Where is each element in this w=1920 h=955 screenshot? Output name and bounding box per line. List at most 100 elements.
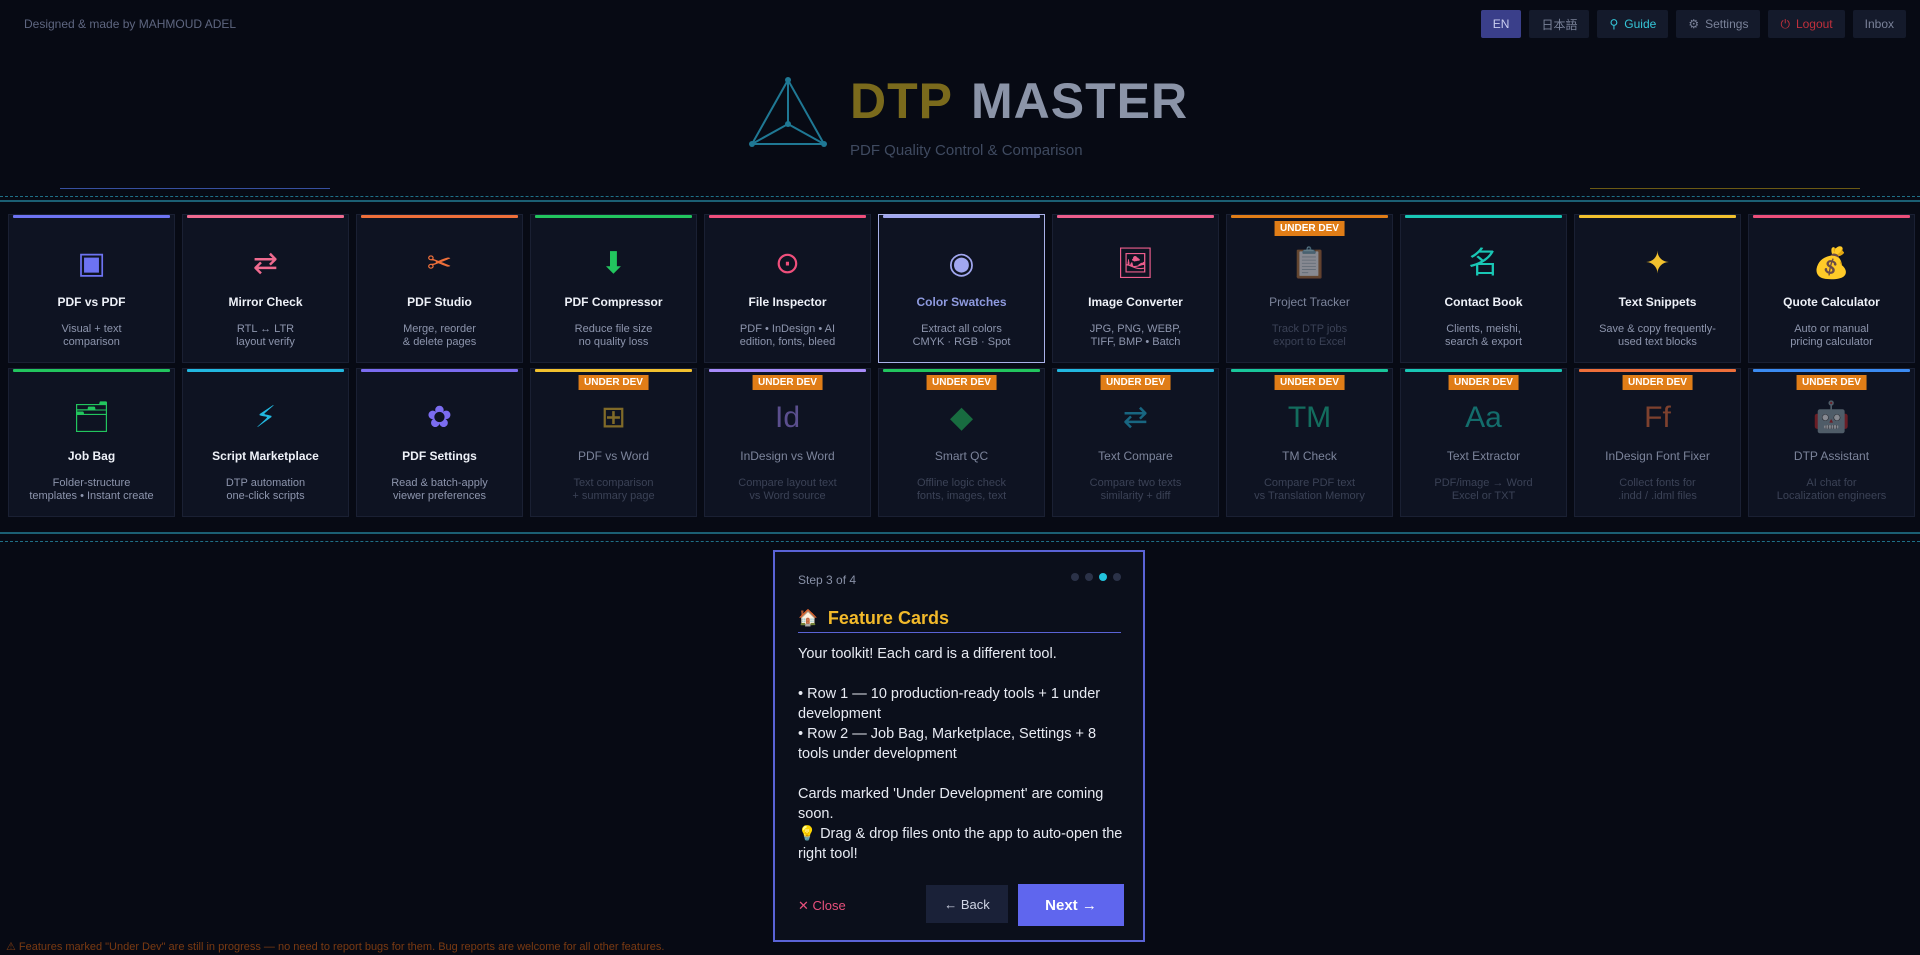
card-description: PDF/image → Word Excel or TXT — [1434, 477, 1533, 502]
logout-button[interactable]: ⏻ Logout — [1768, 10, 1845, 38]
under-dev-badge: UNDER DEV — [1448, 375, 1519, 390]
tour-under-dev: Cards marked 'Under Development' are com… — [798, 786, 1104, 822]
under-dev-footnote: ⚠ Features marked "Under Dev" are still … — [6, 941, 665, 953]
settings-label: Settings — [1705, 17, 1749, 31]
tour-dialog: Step 3 of 4 🏠 Feature Cards Your toolkit… — [773, 550, 1145, 942]
card-accent-bar — [709, 215, 866, 218]
card-description: AI chat for Localization engineers — [1776, 477, 1887, 502]
card-title: PDF Settings — [402, 449, 477, 463]
feature-card[interactable]: 名 Contact Book Clients, meishi, search & e… — [1400, 214, 1567, 363]
tour-row1: • Row 1 — 10 production-ready tools + 1 … — [798, 686, 1101, 722]
credit-text: Designed & made by MAHMOUD ADEL — [24, 17, 237, 31]
card-title: InDesign Font Fixer — [1605, 449, 1710, 463]
card-tool-icon: ⚡ — [254, 401, 277, 434]
feature-card[interactable]: ✦ Text Snippets Save & copy frequently- us… — [1574, 214, 1741, 363]
card-tool-icon: 📋 — [1290, 247, 1329, 280]
card-description: Folder-structure templates • Instant cre… — [29, 477, 154, 502]
card-description: Track DTP jobs export to Excel — [1271, 323, 1348, 348]
band-border-bottom — [0, 532, 1920, 534]
lightbulb-icon: ⚲ — [1609, 17, 1619, 31]
feature-card[interactable]: ✿ PDF Settings Read & batch-apply viewer p… — [356, 368, 523, 517]
home-icon: 🏠 — [798, 610, 818, 627]
feature-card[interactable]: UNDER DEV ⇄ Text Compare Compare two texts … — [1052, 368, 1219, 517]
card-title: Text Extractor — [1446, 449, 1521, 463]
card-description: Collect fonts for .indd / .idml files — [1618, 477, 1697, 502]
card-tool-icon: Id — [774, 401, 801, 434]
card-tool-icon: ✂ — [426, 247, 453, 280]
feature-card[interactable]: 🗂 Job Bag Folder-structure templates • Ins… — [8, 368, 175, 517]
tour-body: Your toolkit! Each card is a different t… — [798, 644, 1124, 864]
card-accent-bar — [709, 369, 866, 372]
lang-en-button[interactable]: EN — [1480, 10, 1522, 38]
lang-ja-button[interactable]: 日本語 — [1529, 10, 1590, 38]
card-title: File Inspector — [748, 295, 827, 309]
feature-card[interactable]: UNDER DEV Aa Text Extractor PDF/image → Wor… — [1400, 368, 1567, 517]
card-description: Visual + text comparison — [61, 323, 122, 348]
card-tool-icon: ◉ — [948, 247, 975, 280]
feature-card[interactable]: ✂ PDF Studio Merge, reorder & delete pages — [356, 214, 523, 363]
card-description: RTL ↔ LTR layout verify — [236, 323, 295, 348]
settings-button[interactable]: ⚙ Settings — [1676, 10, 1761, 38]
card-title: InDesign vs Word — [740, 449, 835, 463]
feature-card[interactable]: ⬇ PDF Compressor Reduce file size no quali… — [530, 214, 697, 363]
guide-button[interactable]: ⚲ Guide — [1597, 10, 1669, 38]
under-dev-badge: UNDER DEV — [1796, 375, 1867, 390]
feature-card[interactable]: UNDER DEV TM TM Check Compare PDF text vs T… — [1226, 368, 1393, 517]
card-accent-bar — [1231, 215, 1388, 218]
guide-label: Guide — [1624, 17, 1657, 31]
feature-card[interactable]: UNDER DEV Ff InDesign Font Fixer Collect fo… — [1574, 368, 1741, 517]
card-accent-bar — [187, 215, 344, 218]
band-border-top — [0, 200, 1920, 202]
logout-label: Logout — [1795, 17, 1833, 31]
card-title: Script Marketplace — [212, 449, 319, 463]
card-tool-icon: ⇄ — [1122, 401, 1149, 434]
card-description: Read & batch-apply viewer preferences — [391, 477, 488, 502]
card-title: Project Tracker — [1269, 295, 1350, 309]
card-description: Offline logic check fonts, images, text — [916, 477, 1007, 502]
card-title: TM Check — [1282, 449, 1337, 463]
card-accent-bar — [1753, 369, 1910, 372]
feature-card[interactable]: 💰 Quote Calculator Auto or manual pricing … — [1748, 214, 1915, 363]
tour-title-text: Feature Cards — [827, 607, 949, 628]
card-title: PDF Compressor — [564, 295, 663, 309]
card-title: Smart QC — [934, 449, 989, 463]
under-dev-badge: UNDER DEV — [1274, 221, 1345, 236]
feature-card[interactable]: UNDER DEV Id InDesign vs Word Compare layou… — [704, 368, 871, 517]
card-description: DTP automation one-click scripts — [225, 477, 306, 502]
card-description: Extract all colors CMYK · RGB · Spot — [912, 323, 1011, 348]
feature-card[interactable]: ⚡ Script Marketplace DTP automation one-cl… — [182, 368, 349, 517]
card-tool-icon: ⊞ — [600, 401, 627, 434]
feature-card[interactable]: UNDER DEV 🤖 DTP Assistant AI chat for Local… — [1748, 368, 1915, 517]
feature-card[interactable]: UNDER DEV 📋 Project Tracker Track DTP jobs … — [1226, 214, 1393, 363]
card-description: Compare two texts similarity + diff — [1089, 477, 1182, 502]
card-accent-bar — [13, 215, 170, 218]
feature-card[interactable]: ◉ Color Swatches Extract all colors CMYK ·… — [878, 214, 1045, 363]
feature-card[interactable]: ▣ PDF vs PDF Visual + text comparison — [8, 214, 175, 363]
progress-dot — [1085, 573, 1093, 581]
card-accent-bar — [535, 369, 692, 372]
under-dev-badge: UNDER DEV — [926, 375, 997, 390]
feature-card[interactable]: ⊙ File Inspector PDF • InDesign • AI editi… — [704, 214, 871, 363]
tour-step-indicator: Step 3 of 4 — [798, 573, 857, 587]
tour-back-button[interactable]: ← Back — [926, 885, 1008, 923]
feature-card[interactable]: UNDER DEV ⊞ PDF vs Word Text comparison + s… — [530, 368, 697, 517]
card-accent-bar — [883, 215, 1040, 218]
feature-card[interactable]: 🖼 Image Converter JPG, PNG, WEBP, TIFF, BM… — [1052, 214, 1219, 363]
tour-next-button[interactable]: Next → — [1018, 884, 1124, 926]
progress-dot — [1071, 573, 1079, 581]
inbox-button[interactable]: Inbox — [1852, 10, 1906, 38]
card-description: Clients, meishi, search & export — [1444, 323, 1523, 348]
tour-close-button[interactable]: ✕ Close — [798, 898, 846, 914]
under-dev-badge: UNDER DEV — [1274, 375, 1345, 390]
separator-top — [0, 196, 1920, 197]
card-description: Text comparison + summary page — [572, 477, 655, 502]
progress-dot-active — [1099, 573, 1107, 581]
card-description: Reduce file size no quality loss — [574, 323, 653, 348]
under-dev-badge: UNDER DEV — [578, 375, 649, 390]
feature-card[interactable]: UNDER DEV ◆ Smart QC Offline logic check fo… — [878, 368, 1045, 517]
card-accent-bar — [1753, 215, 1910, 218]
card-accent-bar — [535, 215, 692, 218]
card-accent-bar — [1057, 215, 1214, 218]
feature-card[interactable]: ⇄ Mirror Check RTL ↔ LTR layout verify — [182, 214, 349, 363]
card-tool-icon: 🖼 — [1116, 247, 1155, 280]
